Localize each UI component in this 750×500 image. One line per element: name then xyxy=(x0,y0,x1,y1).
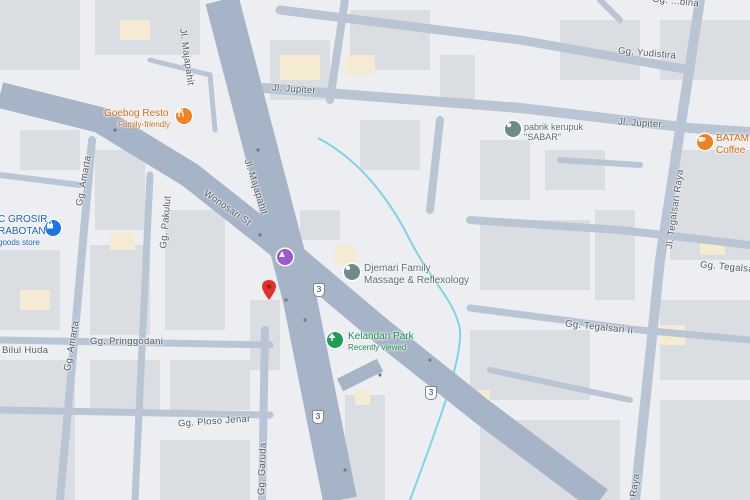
road-label-gg-garuda: Gg. Garuda xyxy=(256,442,269,496)
poi-kelandan-name: Kelandan Park xyxy=(348,331,414,342)
road-label-bilul-huda: Bilul Huda xyxy=(2,345,49,356)
coffee-icon[interactable] xyxy=(697,134,713,150)
fork-knife-icon[interactable] xyxy=(176,108,192,124)
spa-icon[interactable] xyxy=(344,264,360,280)
poi-grosir-sub: goods store xyxy=(0,238,40,247)
map-canvas[interactable]: Jl. Majapahit Jl. Majapahit Jl. Jupiter … xyxy=(0,0,750,500)
poi-kerupuk-sabar[interactable]: pabrik kerupuk "SABAR" xyxy=(524,122,604,142)
tree-icon[interactable] xyxy=(327,332,343,348)
poi-goebog-resto[interactable]: Goebog Resto Family-friendly xyxy=(104,108,170,130)
location-icon[interactable] xyxy=(505,121,521,137)
poi-kelandan-park[interactable]: Kelandan Park Recently viewed xyxy=(348,331,414,353)
tree-glyph xyxy=(328,333,336,341)
poi-kelandan-sub: Recently viewed xyxy=(348,343,407,352)
poi-goebog-sub: Family-friendly xyxy=(118,120,171,129)
spa-glyph xyxy=(345,265,351,271)
poi-goebog-name: Goebog Resto xyxy=(104,108,169,119)
fork-knife-glyph xyxy=(176,108,184,117)
poi-batam-sub: Coffee xyxy=(716,145,746,156)
poi-grosir[interactable]: C GROSIR RABOTAN goods store xyxy=(0,214,47,248)
location-marker-icon[interactable] xyxy=(262,280,276,300)
route-shield: 3 xyxy=(312,410,324,424)
poi-djemari-name2: Massage & Reflexology xyxy=(364,275,470,286)
poi-batam-coffee[interactable]: BATAM Coffee xyxy=(716,133,749,157)
hotel-glyph xyxy=(279,251,285,257)
location-glyph xyxy=(506,122,512,128)
poi-grosir-name: C GROSIR xyxy=(0,214,48,225)
hotel-icon[interactable] xyxy=(277,249,293,265)
poi-djemari-name: Djemari Family xyxy=(364,263,431,274)
route-shield: 3 xyxy=(425,386,437,400)
route-shield: 3 xyxy=(313,283,325,297)
map-base xyxy=(0,0,750,500)
coffee-glyph xyxy=(698,137,706,142)
poi-grosir-name2: RABOTAN xyxy=(0,226,46,237)
poi-djemari[interactable]: Djemari Family Massage & Reflexology xyxy=(364,263,469,287)
road-label-gg-pringgodani: Gg. Pringgodani xyxy=(90,336,164,347)
poi-batam-name: BATAM xyxy=(716,133,749,144)
